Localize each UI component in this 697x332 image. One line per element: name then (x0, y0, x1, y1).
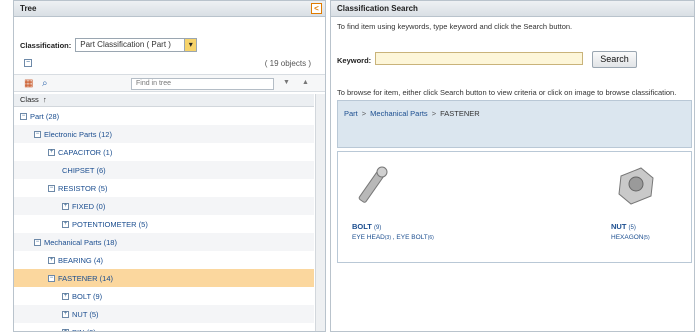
find-in-tree-input[interactable]: Find in tree (131, 78, 274, 90)
browse-hint: To browse for item, either click Search … (337, 88, 677, 97)
tree-node-label[interactable]: CAPACITOR (1) (58, 148, 112, 157)
tree-node-label[interactable]: FIXED (0) (72, 202, 105, 211)
collapse-all-icon[interactable]: − (24, 59, 32, 67)
collapse-node-icon[interactable]: − (34, 238, 41, 246)
expand-node-icon[interactable]: + (62, 310, 69, 318)
keyword-input[interactable] (375, 52, 583, 65)
classification-row: Classification: Part Classification ( Pa… (20, 38, 198, 52)
collapse-panel-icon[interactable]: < (311, 3, 322, 14)
tree-node-label[interactable]: CHIPSET (6) (62, 166, 106, 175)
breadcrumb-part[interactable]: Part (344, 109, 358, 118)
nut-count: (5) (628, 225, 636, 231)
tree-node[interactable]: + BOLT (9) (14, 287, 314, 305)
tree-node[interactable]: CHIPSET (6) (14, 161, 314, 179)
keyword-label: Keyword: (337, 56, 372, 65)
breadcrumb-mechanical-parts[interactable]: Mechanical Parts (370, 109, 428, 118)
eye-head-link[interactable]: EYE HEAD (352, 234, 385, 241)
card-nut[interactable]: NUT (5) HEXAGON(5) (611, 162, 694, 241)
tree-node[interactable]: + POTENTIOMETER (5) (14, 215, 314, 233)
collapse-node-icon[interactable]: − (48, 274, 55, 282)
card-bolt[interactable]: BOLT (9) EYE HEAD(3) , EYE BOLT(6) (352, 162, 472, 241)
bolt-title[interactable]: BOLT (352, 222, 372, 231)
classification-label: Classification: (20, 40, 72, 50)
expand-node-icon[interactable]: + (48, 256, 55, 264)
eye-bolt-link[interactable]: EYE BOLT (396, 234, 427, 241)
subclass-grid: BOLT (9) EYE HEAD(3) , EYE BOLT(6) NUT (… (337, 151, 692, 263)
keyword-hint: To find item using keywords, type keywor… (337, 22, 573, 31)
tree-node[interactable]: + BEARING (4) (14, 251, 314, 269)
find-next-icon[interactable]: ▼ (283, 79, 290, 86)
tree-node-label[interactable]: NUT (5) (72, 310, 99, 319)
find-previous-icon[interactable]: ▲ (302, 79, 309, 86)
tree-node[interactable]: − Mechanical Parts (18) (14, 233, 314, 251)
search-panel-title: Classification Search (337, 4, 418, 13)
object-count: ( 19 objects ) (264, 59, 311, 68)
eye-head-count: (3) (384, 235, 391, 241)
sort-ascending-icon: ↑ (40, 95, 47, 104)
breadcrumb-current: FASTENER (440, 109, 480, 118)
breadcrumb: Part > Mechanical Parts > FASTENER (337, 100, 692, 148)
collapse-node-icon[interactable]: − (48, 184, 55, 192)
nut-image[interactable] (611, 162, 694, 210)
hexagon-count: (5) (643, 235, 650, 241)
tree-node[interactable]: + CAPACITOR (1) (14, 143, 314, 161)
tree-node-label[interactable]: Electronic Parts (12) (44, 130, 112, 139)
tree-node[interactable]: − Electronic Parts (12) (14, 125, 314, 143)
tree-scrollbar[interactable] (315, 94, 325, 331)
tree-node-label[interactable]: Mechanical Parts (18) (44, 238, 117, 247)
bolt-image[interactable] (352, 162, 472, 210)
class-column-header[interactable]: Class ↑ (14, 94, 314, 107)
tree-toolbar: ▦ ⌕ Find in tree ▼ ▲ (14, 74, 325, 92)
tree-node-label[interactable]: FASTENER (14) (58, 274, 113, 283)
hexagon-link[interactable]: HEXAGON (611, 234, 644, 241)
search-tree-icon[interactable]: ⌕ (42, 78, 54, 89)
tree-node-label[interactable]: PIN (0) (72, 328, 96, 332)
tree-node[interactable]: − Part (28) (14, 107, 314, 125)
tree-panel-title: Tree (20, 4, 37, 13)
expand-node-icon[interactable]: + (62, 202, 69, 210)
expand-node-icon[interactable]: + (48, 148, 55, 156)
bolt-count: (9) (373, 225, 382, 231)
expand-node-icon[interactable]: + (62, 292, 69, 300)
tree-node[interactable]: − RESISTOR (5) (14, 179, 314, 197)
classification-select[interactable]: Part Classification ( Part ) (75, 38, 186, 52)
tree-node[interactable]: + PIN (0) (14, 323, 314, 332)
tree-node-label[interactable]: Part (28) (30, 112, 59, 121)
tree-node-label[interactable]: BEARING (4) (58, 256, 103, 265)
nut-title[interactable]: NUT (611, 222, 626, 231)
tree-node[interactable]: + NUT (5) (14, 305, 314, 323)
tree-panel: Tree < Classification: Part Classificati… (13, 0, 326, 332)
chevron-down-icon[interactable]: ▾ (185, 38, 198, 52)
tree-node-label[interactable]: POTENTIOMETER (5) (72, 220, 148, 229)
collapse-node-icon[interactable]: − (20, 112, 27, 120)
expand-node-icon[interactable]: + (62, 328, 69, 331)
tree-view-icon[interactable]: ▦ (24, 78, 36, 89)
tree-node[interactable]: − FASTENER (14) (14, 269, 314, 287)
tree-node-label[interactable]: RESISTOR (5) (58, 184, 107, 193)
eye-bolt-count: (6) (427, 235, 434, 241)
tree-panel-header: Tree < (14, 1, 325, 17)
classification-search-panel: Classification Search To find item using… (330, 0, 695, 332)
search-panel-header: Classification Search (331, 1, 694, 17)
tree-node-label[interactable]: BOLT (9) (72, 292, 102, 301)
classification-tree: − Part (28) − Electronic Parts (12) + CAPACIT… (14, 107, 314, 332)
expand-node-icon[interactable]: + (62, 220, 69, 228)
tree-node[interactable]: + FIXED (0) (14, 197, 314, 215)
class-column-label: Class (20, 95, 39, 104)
collapse-node-icon[interactable]: − (34, 130, 41, 138)
search-button[interactable]: Search (592, 51, 637, 68)
